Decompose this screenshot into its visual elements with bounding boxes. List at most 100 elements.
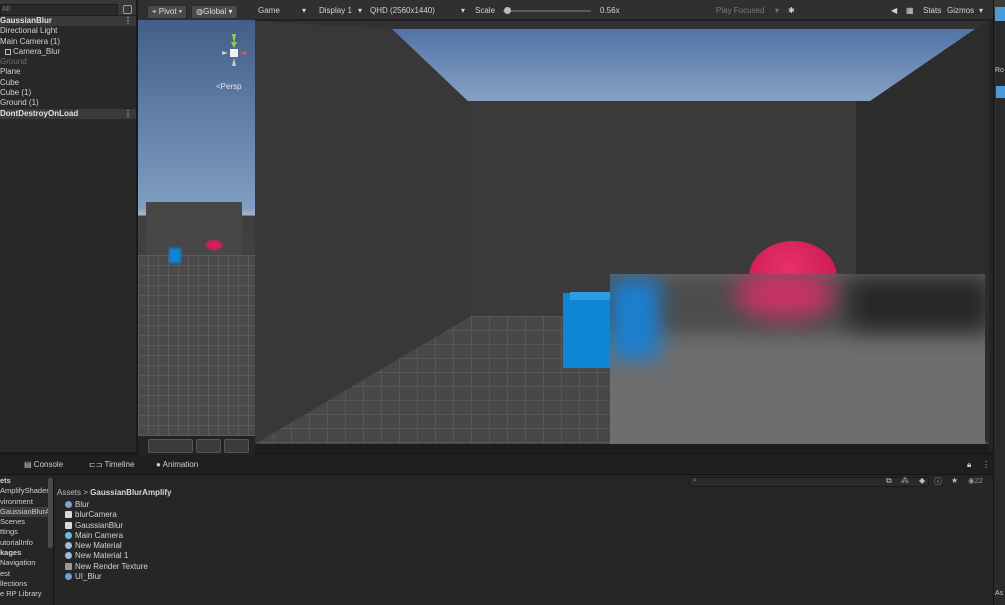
asset-item[interactable]: Blur — [65, 500, 148, 510]
material-icon — [65, 542, 72, 550]
play-mode-dropdown-icon[interactable]: ▾ — [775, 6, 779, 15]
scene-blue-cube[interactable] — [169, 248, 181, 263]
asset-item[interactable]: New Material — [65, 541, 148, 551]
project-folder-item[interactable]: est — [0, 569, 53, 579]
stats-button[interactable]: Stats — [923, 6, 941, 15]
resolution-dropdown-icon[interactable]: ▾ — [461, 6, 465, 15]
project-folder-item[interactable]: utorialInfo — [0, 538, 53, 548]
hierarchy-list: GaussianBlur ⋮ Directional Light Main Camer… — [0, 16, 136, 119]
hierarchy-scene-row[interactable]: DontDestroyOnLoad ⋮ — [0, 108, 136, 119]
resolution-select[interactable]: QHD (2560x1440) — [370, 6, 435, 15]
hierarchy-item[interactable]: Ground (1) — [0, 98, 136, 108]
breadcrumb: Assets > GaussianBlurAmplify — [57, 488, 172, 497]
asset-label: Blur — [75, 500, 90, 509]
asset-item[interactable]: blurCamera — [65, 510, 148, 520]
game-tab[interactable]: Game — [258, 6, 280, 15]
project-search-input[interactable]: ⌕ — [689, 477, 929, 487]
hierarchy-item[interactable]: Directional Light — [0, 26, 136, 36]
hierarchy-item-label: Main Camera (1) — [0, 36, 61, 46]
hierarchy-item-label: DontDestroyOnLoad — [0, 108, 79, 118]
asset-label: GaussianBlur — [75, 520, 124, 530]
favorite-star-icon[interactable]: ★ — [951, 476, 958, 485]
asset-label: New Render Texture — [75, 561, 148, 571]
scale-slider-handle[interactable] — [504, 7, 512, 14]
global-button[interactable]: ◍Global ▾ — [191, 5, 238, 19]
project-folder-item[interactable]: Navigation — [0, 558, 53, 568]
hierarchy-item-label: Ground (1) — [0, 98, 39, 108]
gizmos-button[interactable]: Gizmos — [947, 6, 974, 15]
project-folder-item[interactable]: vironment — [0, 497, 53, 507]
bug-icon[interactable]: ✱ — [788, 6, 795, 15]
project-folder-item[interactable]: kages — [0, 548, 53, 558]
info-icon[interactable]: ⓘ — [934, 476, 942, 487]
tab-animation[interactable]: ● Animation — [156, 460, 198, 469]
scene-menu-icon[interactable]: ⋮ — [124, 16, 132, 26]
project-folder-item[interactable]: ttings — [0, 527, 53, 537]
tab-console-label: Console — [33, 460, 64, 469]
gizmos-dropdown-icon[interactable]: ▾ — [979, 6, 983, 15]
breadcrumb-assets[interactable]: Assets — [57, 488, 81, 497]
orientation-gizmo-icon[interactable] — [213, 32, 253, 74]
hidden-count: 22 — [974, 476, 983, 485]
audio-icon[interactable]: ◀ — [891, 6, 897, 15]
display-dropdown-icon[interactable]: ▾ — [358, 6, 362, 15]
game-blue-cube — [563, 293, 615, 368]
scene-viewport[interactable]: <Persp — [138, 20, 255, 436]
game-dropdown-icon[interactable]: ▾ — [302, 6, 306, 15]
project-folder-item[interactable]: ets — [0, 476, 53, 486]
play-mode-select[interactable]: Play Focused — [716, 6, 764, 15]
display-select[interactable]: Display 1 — [319, 6, 352, 15]
hierarchy-search-icon[interactable] — [123, 5, 132, 14]
asset-item[interactable]: Main Camera — [65, 531, 148, 541]
asset-item[interactable]: UI_Blur — [65, 572, 148, 582]
hierarchy-search-placeholder: All — [2, 6, 10, 13]
project-folder-item[interactable]: llections — [0, 579, 53, 589]
pivot-icon: ⌖ — [152, 7, 157, 16]
hierarchy-search-input[interactable]: All — [0, 4, 118, 16]
hierarchy-item[interactable]: Ground — [0, 57, 136, 67]
project-folder-item[interactable]: e RP Library — [0, 589, 53, 599]
material-icon — [65, 573, 72, 581]
scene-back-wall — [146, 202, 242, 258]
asset-label: New Material — [75, 541, 122, 551]
render-texture-icon — [65, 562, 72, 570]
inspector-label-partial-2: As — [995, 590, 1004, 597]
pivot-button[interactable]: ⌖ Pivot ▾ — [147, 5, 188, 19]
search-by-type-icon[interactable]: ⧉ — [886, 476, 892, 486]
snap-tools-button[interactable] — [196, 439, 221, 453]
project-tree-scrollbar[interactable] — [48, 478, 53, 548]
scene-menu-icon[interactable]: ⋮ — [124, 109, 132, 119]
hierarchy-item[interactable]: Camera_Blur — [0, 47, 136, 57]
filter-by-label-icon[interactable]: ⁂ — [901, 476, 909, 485]
global-label: Global — [203, 7, 227, 16]
hierarchy-item[interactable]: Cube (1) — [0, 88, 136, 98]
hierarchy-scene-row[interactable]: GaussianBlur ⋮ — [0, 16, 136, 27]
tag-icon[interactable]: ◆ — [919, 476, 925, 485]
animation-icon: ● — [156, 460, 161, 469]
keyboard-icon[interactable]: ▦ — [906, 6, 914, 15]
hierarchy-item[interactable]: Cube — [0, 78, 136, 88]
timeline-icon: ⊏⊐ — [89, 460, 103, 469]
asset-item[interactable]: GaussianBlur — [65, 521, 148, 531]
breadcrumb-current[interactable]: GaussianBlurAmplify — [90, 488, 171, 497]
view-options-button[interactable] — [224, 439, 249, 453]
game-viewport[interactable] — [255, 21, 989, 444]
hidden-count-badge[interactable]: ◉22 — [968, 476, 983, 485]
project-folder-item[interactable]: GaussianBlurAn — [0, 506, 53, 518]
hierarchy-item-label: GaussianBlur — [0, 16, 53, 25]
project-folder-item[interactable]: Scenes — [0, 517, 53, 527]
hierarchy-item[interactable]: Plane — [0, 67, 136, 77]
tab-timeline[interactable]: ⊏⊐ Timeline — [89, 460, 134, 469]
lock-icon[interactable]: 🔒︎ — [967, 460, 971, 470]
perspective-toggle[interactable]: <Persp — [216, 82, 242, 91]
move-tools-button[interactable] — [148, 439, 193, 453]
more-menu-icon[interactable]: ⋮ — [982, 460, 990, 469]
hierarchy-item[interactable]: Main Camera (1) — [0, 37, 136, 47]
project-folder-item[interactable]: AmplifyShaderE — [0, 486, 53, 496]
scene-red-sphere[interactable] — [206, 240, 222, 250]
asset-item[interactable]: New Material 1 — [65, 551, 148, 561]
asset-item[interactable]: New Render Texture — [65, 562, 148, 572]
tab-console[interactable]: ▤ Console — [24, 460, 63, 469]
scale-slider-track[interactable] — [503, 10, 591, 12]
bottom-dock: ▤ Console ⊏⊐ Timeline ● Animation 🔒︎ ⋮ e… — [0, 455, 993, 605]
